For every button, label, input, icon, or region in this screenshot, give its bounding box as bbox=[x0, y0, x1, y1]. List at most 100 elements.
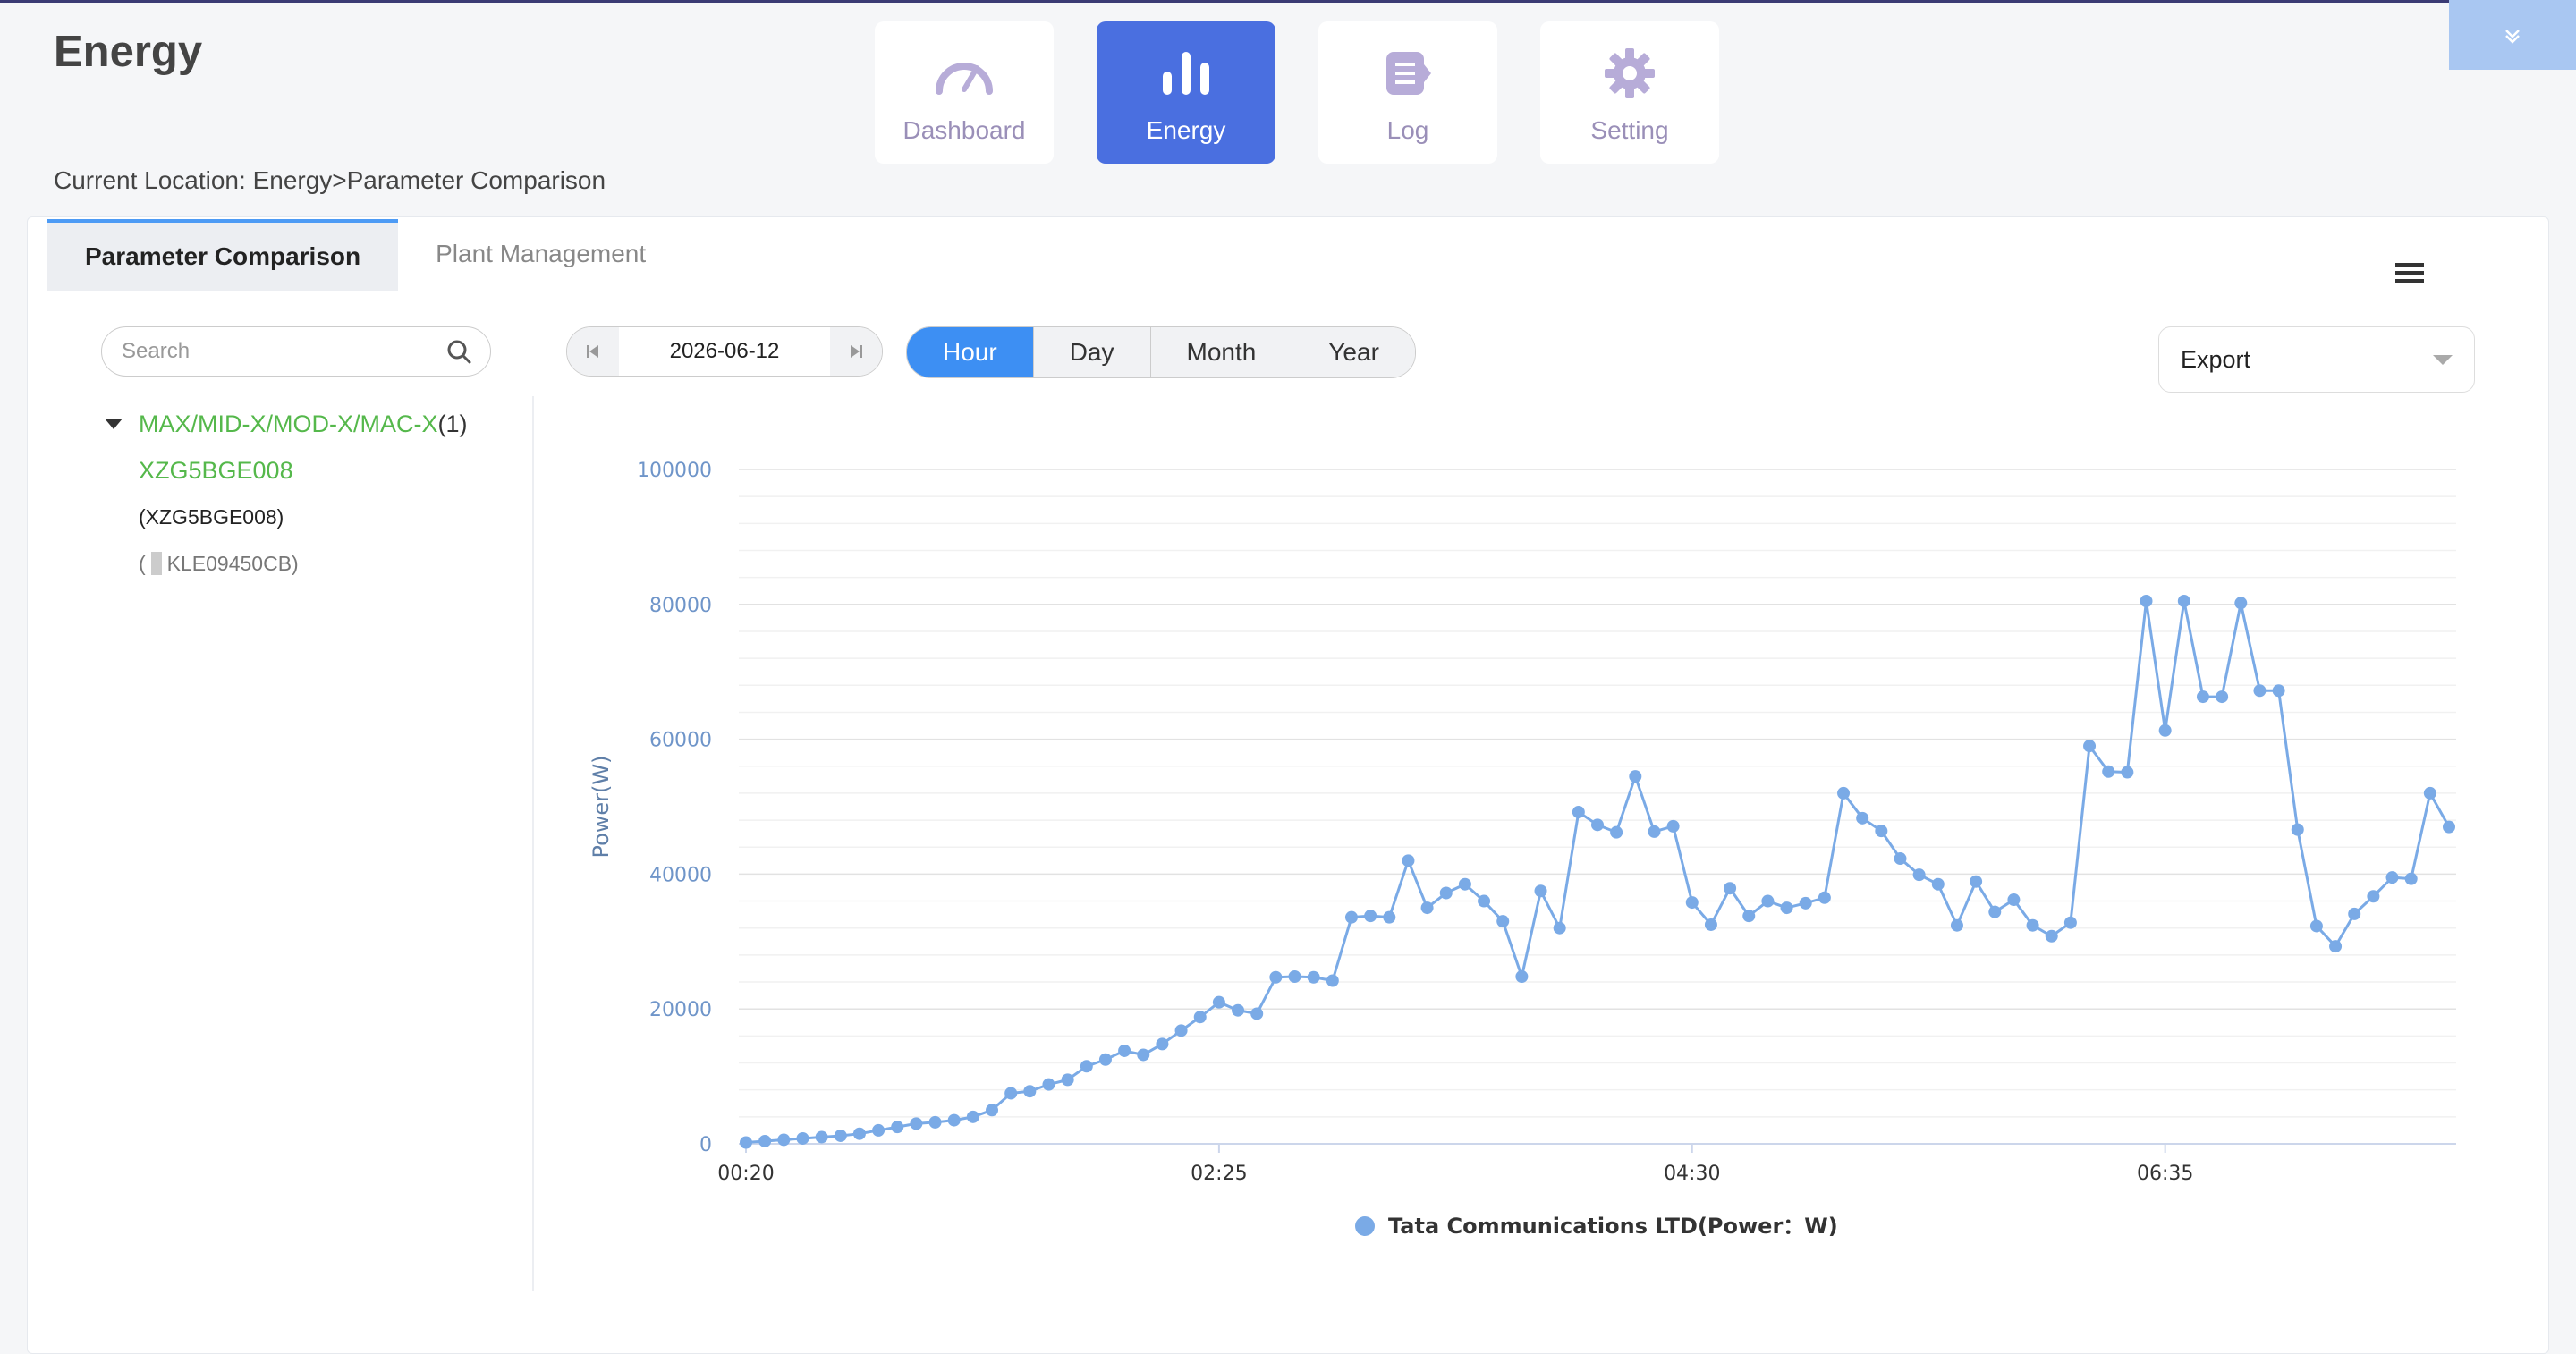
tab-parameter-comparison[interactable]: Parameter Comparison bbox=[47, 219, 399, 291]
data-point[interactable] bbox=[1799, 896, 1812, 910]
data-point[interactable] bbox=[891, 1121, 904, 1134]
data-point[interactable] bbox=[1098, 1053, 1112, 1066]
data-point[interactable] bbox=[1553, 921, 1566, 935]
data-point[interactable] bbox=[2121, 766, 2134, 779]
data-point[interactable] bbox=[1875, 825, 1888, 838]
data-point[interactable] bbox=[1572, 806, 1585, 819]
data-point[interactable] bbox=[1269, 970, 1283, 984]
chart-menu-button[interactable] bbox=[2394, 259, 2426, 286]
data-point[interactable] bbox=[2158, 724, 2172, 737]
data-point[interactable] bbox=[1610, 825, 1623, 839]
data-point[interactable] bbox=[928, 1115, 942, 1129]
data-point[interactable] bbox=[1344, 910, 1358, 924]
data-point[interactable] bbox=[2329, 940, 2343, 953]
tree-sub-item[interactable]: ( KLE09450CB) bbox=[105, 540, 468, 587]
data-point[interactable] bbox=[1818, 891, 1831, 904]
legend-label[interactable]: Tata Communications LTD(Power：W) bbox=[1388, 1214, 1838, 1239]
data-point[interactable] bbox=[2196, 690, 2209, 704]
data-point[interactable] bbox=[2309, 919, 2323, 933]
nav-dashboard[interactable]: Dashboard bbox=[875, 21, 1054, 164]
legend-marker[interactable] bbox=[1355, 1216, 1375, 1236]
data-point[interactable] bbox=[1288, 970, 1301, 984]
data-point[interactable] bbox=[815, 1130, 828, 1144]
data-point[interactable] bbox=[2063, 916, 2077, 929]
data-point[interactable] bbox=[2404, 872, 2418, 885]
data-point[interactable] bbox=[796, 1131, 809, 1145]
data-point[interactable] bbox=[2007, 893, 2021, 907]
data-point[interactable] bbox=[910, 1117, 923, 1130]
data-point[interactable] bbox=[2026, 918, 2039, 932]
data-point[interactable] bbox=[1402, 854, 1415, 867]
data-point[interactable] bbox=[1326, 974, 1339, 987]
data-point[interactable] bbox=[2083, 740, 2097, 753]
data-point[interactable] bbox=[1004, 1087, 1018, 1100]
data-point[interactable] bbox=[1629, 770, 1642, 783]
data-point[interactable] bbox=[1894, 852, 1907, 866]
data-point[interactable] bbox=[2234, 597, 2248, 610]
data-point[interactable] bbox=[1042, 1078, 1055, 1091]
expand-caret-icon[interactable] bbox=[105, 419, 123, 429]
data-point[interactable] bbox=[1534, 884, 1547, 898]
data-point[interactable] bbox=[1156, 1037, 1169, 1051]
nav-log[interactable]: Log bbox=[1318, 21, 1497, 164]
data-point[interactable] bbox=[2385, 871, 2399, 884]
data-point[interactable] bbox=[947, 1113, 961, 1127]
data-point[interactable] bbox=[2045, 929, 2058, 943]
tree-sub-item[interactable]: (XZG5BGE008) bbox=[105, 494, 468, 540]
data-point[interactable] bbox=[966, 1110, 979, 1123]
data-point[interactable] bbox=[1250, 1007, 1264, 1020]
data-point[interactable] bbox=[2291, 823, 2304, 836]
data-point[interactable] bbox=[1212, 995, 1225, 1009]
data-point[interactable] bbox=[2367, 890, 2380, 903]
search-input[interactable] bbox=[120, 338, 445, 365]
search-icon[interactable] bbox=[445, 338, 472, 365]
tree-group[interactable]: MAX/MID-X/MOD-X/MAC-X (1) bbox=[105, 401, 468, 447]
tree-device[interactable]: XZG5BGE008 bbox=[105, 447, 468, 494]
data-point[interactable] bbox=[1193, 1011, 1207, 1024]
data-point[interactable] bbox=[1232, 1003, 1245, 1017]
data-point[interactable] bbox=[1439, 886, 1453, 900]
data-point[interactable] bbox=[1950, 918, 1963, 932]
data-point[interactable] bbox=[1704, 918, 1717, 931]
data-point[interactable] bbox=[1496, 915, 1510, 928]
data-point[interactable] bbox=[2102, 765, 2115, 778]
data-point[interactable] bbox=[2423, 786, 2436, 800]
data-point[interactable] bbox=[1666, 819, 1680, 833]
data-point[interactable] bbox=[1685, 896, 1699, 910]
data-point[interactable] bbox=[834, 1129, 847, 1142]
data-point[interactable] bbox=[2253, 684, 2267, 698]
data-point[interactable] bbox=[1420, 901, 1434, 915]
data-point[interactable] bbox=[1761, 894, 1775, 908]
data-point[interactable] bbox=[777, 1133, 791, 1147]
data-point[interactable] bbox=[2272, 684, 2285, 698]
data-point[interactable] bbox=[2140, 595, 2153, 608]
data-point[interactable] bbox=[1591, 818, 1604, 832]
data-point[interactable] bbox=[1364, 910, 1377, 923]
data-point[interactable] bbox=[1137, 1048, 1150, 1062]
data-point[interactable] bbox=[852, 1127, 866, 1140]
data-point[interactable] bbox=[1061, 1073, 1074, 1087]
data-point[interactable] bbox=[1856, 811, 1869, 825]
data-point[interactable] bbox=[1383, 910, 1396, 924]
data-point[interactable] bbox=[1742, 910, 1756, 923]
data-point[interactable] bbox=[2348, 907, 2361, 920]
data-point[interactable] bbox=[1515, 970, 1529, 984]
data-point[interactable] bbox=[986, 1104, 999, 1117]
data-point[interactable] bbox=[1837, 786, 1851, 800]
data-point[interactable] bbox=[2177, 595, 2190, 608]
data-point[interactable] bbox=[758, 1134, 772, 1147]
data-point[interactable] bbox=[1931, 877, 1945, 891]
data-point[interactable] bbox=[1988, 905, 2002, 918]
data-point[interactable] bbox=[1724, 882, 1737, 895]
data-point[interactable] bbox=[1970, 875, 1983, 888]
data-point[interactable] bbox=[1648, 825, 1661, 838]
data-point[interactable] bbox=[1478, 894, 1491, 908]
data-point[interactable] bbox=[1023, 1085, 1037, 1098]
collapse-button[interactable] bbox=[2449, 0, 2576, 70]
data-point[interactable] bbox=[872, 1123, 886, 1137]
data-point[interactable] bbox=[740, 1136, 752, 1149]
data-point[interactable] bbox=[1307, 970, 1320, 984]
data-point[interactable] bbox=[1118, 1044, 1131, 1057]
nav-setting[interactable]: Setting bbox=[1540, 21, 1719, 164]
data-point[interactable] bbox=[2443, 820, 2455, 834]
